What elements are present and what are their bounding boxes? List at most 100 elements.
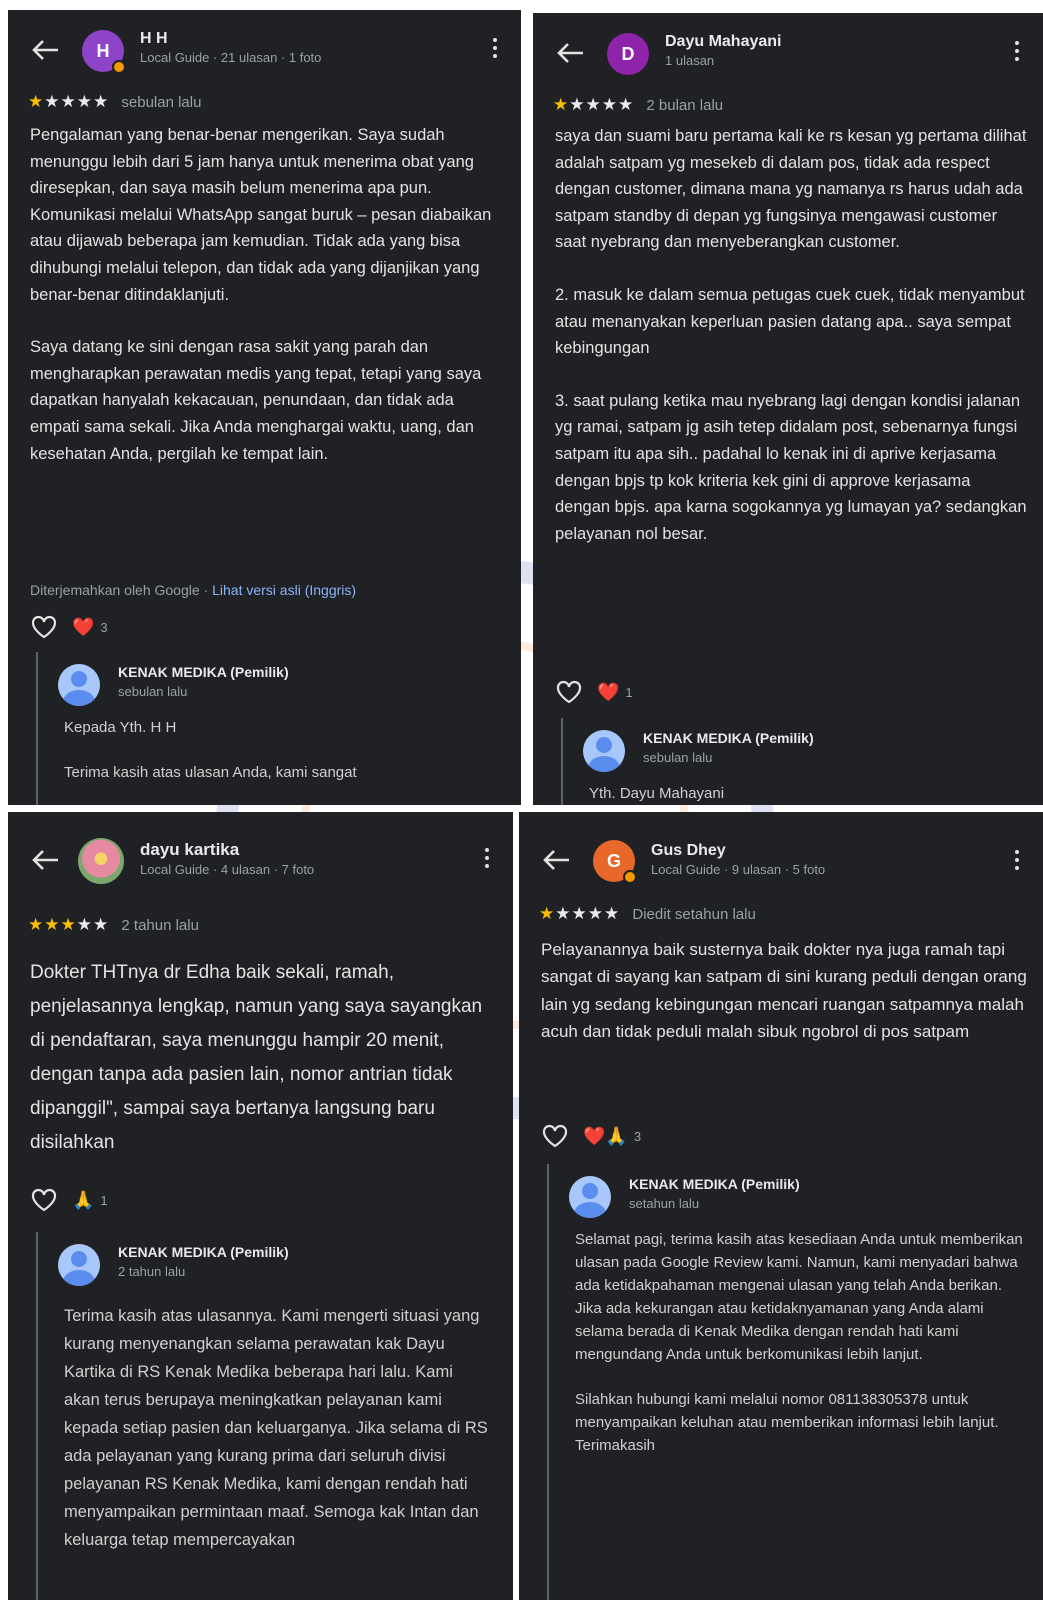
owner-reply: KENAK MEDIKA (Pemilik) setahun lalu Sela… [547, 1164, 1033, 1600]
star-rating-icon: ★★★★★ [553, 95, 635, 114]
review-time: 2 tahun lalu [121, 917, 199, 934]
review-header: dayu kartika Local Guide · 4 ulasan · 7 … [8, 812, 513, 892]
more-options-icon[interactable] [1013, 41, 1021, 65]
review-paragraph: 3. saat pulang ketika mau nyebrang lagi … [555, 391, 1027, 543]
owner-name: KENAK MEDIKA (Pemilik) [118, 1244, 289, 1260]
owner-name: KENAK MEDIKA (Pemilik) [118, 664, 289, 680]
heart-reaction-icon: ❤️ [597, 681, 620, 702]
owner-reply-paragraph: Silahkan hubungi kami melalui nomor 0811… [575, 1391, 999, 1454]
owner-name: KENAK MEDIKA (Pemilik) [643, 730, 814, 746]
more-options-icon[interactable] [491, 38, 499, 62]
reviewer-meta: Local Guide · 9 ulasan · 5 foto [651, 862, 826, 877]
owner-avatar [58, 1244, 100, 1286]
heart-pray-reaction-icon: ❤️🙏 [583, 1125, 628, 1146]
owner-reply-paragraph: Kepada Yth. H H [64, 719, 177, 736]
owner-reply-paragraph: Terima kasih atas ulasannya. Kami menger… [64, 1307, 488, 1549]
owner-avatar [583, 730, 625, 772]
pray-reaction-icon: 🙏 [72, 1189, 95, 1210]
review-card-dayu-kartika: dayu kartika Local Guide · 4 ulasan · 7 … [8, 812, 513, 1600]
rating-row: ★★★★★ 2 bulan lalu [553, 95, 723, 115]
owner-reply-text: Terima kasih atas ulasannya. Kami menger… [64, 1302, 493, 1576]
owner-reply-text: Kepada Yth. H H Terima kasih atas ulasan… [64, 716, 501, 805]
reaction-count: 1 [625, 684, 633, 700]
review-text: Pengalaman yang benar-benar mengerikan. … [30, 122, 503, 467]
heart-reaction-icon: ❤️ [72, 616, 95, 637]
rating-row: ★★★★★ Diedit setahun lalu [539, 904, 756, 924]
owner-reply-paragraph: Yth. Dayu Mahayani [589, 785, 725, 802]
reviewer-name[interactable]: Dayu Mahayani [665, 33, 781, 51]
translated-label: Diterjemahkan oleh Google · [30, 582, 213, 598]
reactions-row: 🙏 1 [30, 1186, 108, 1214]
reviewer-name[interactable]: Gus Dhey [651, 842, 726, 860]
review-header: G Gus Dhey Local Guide · 9 ulasan · 5 fo… [519, 812, 1043, 892]
review-paragraph: Pengalaman yang benar-benar mengerikan. … [30, 126, 492, 304]
owner-avatar [569, 1176, 611, 1218]
reactions-row: ❤️🙏 3 [541, 1122, 641, 1150]
owner-reply-time: sebulan lalu [118, 684, 188, 699]
owner-reply-time: setahun lalu [629, 1196, 700, 1211]
back-arrow-icon[interactable] [541, 848, 571, 872]
translation-note: Diterjemahkan oleh Google · Lihat versi … [30, 582, 356, 598]
owner-reply-time: 2 tahun lalu [118, 1264, 186, 1279]
review-header: D Dayu Mahayani 1 ulasan [533, 13, 1043, 93]
owner-reply: KENAK MEDIKA (Pemilik) Kepada Yth. H H T… [36, 652, 511, 805]
review-paragraph: Dokter THTnya dr Edha baik sekali, ramah… [30, 962, 483, 1153]
star-rating-icon: ★★★★★ [28, 915, 110, 934]
more-options-icon[interactable] [483, 848, 491, 872]
review-paragraph: saya dan suami baru pertama kali ke rs k… [555, 127, 1027, 252]
owner-reply-text: Yth. Dayu Mahayani [589, 782, 1023, 805]
review-time: Diedit setahun lalu [632, 906, 756, 923]
review-paragraph: Saya datang ke sini dengan rasa sakit ya… [30, 338, 482, 463]
owner-reply-time: sebulan lalu [643, 750, 713, 765]
rating-row: ★★★★★ sebulan lalu [28, 92, 201, 112]
avatar-initial: D [621, 43, 635, 64]
more-options-icon[interactable] [1013, 850, 1021, 874]
review-text: saya dan suami baru pertama kali ke rs k… [555, 123, 1029, 547]
avatar[interactable]: G [593, 840, 637, 884]
review-text: Pelayanannya baik susternya baik dokter … [541, 936, 1029, 1046]
back-arrow-icon[interactable] [30, 38, 60, 62]
review-time: sebulan lalu [121, 94, 202, 111]
star-rating-icon: ★★★★★ [28, 92, 110, 111]
review-paragraph: Pelayanannya baik susternya baik dokter … [541, 940, 1027, 1042]
review-text: Dokter THTnya dr Edha baik sekali, ramah… [30, 956, 499, 1160]
local-guide-badge-icon [623, 870, 637, 884]
back-arrow-icon[interactable] [555, 41, 585, 65]
like-heart-outline-icon[interactable] [555, 680, 583, 704]
reaction-count: 1 [100, 1192, 108, 1208]
owner-name: KENAK MEDIKA (Pemilik) [629, 1176, 800, 1192]
back-arrow-icon[interactable] [30, 848, 60, 872]
avatar[interactable]: D [607, 33, 649, 75]
reviewer-meta: 1 ulasan [665, 53, 715, 68]
reaction-count: 3 [100, 619, 108, 635]
star-rating-icon: ★★★★★ [539, 904, 621, 923]
review-card-dayu-mahayani: D Dayu Mahayani 1 ulasan ★★★★★ 2 bulan l… [533, 13, 1043, 805]
owner-avatar [58, 664, 100, 706]
owner-reply-paragraph: Terima kasih atas ulasan Anda, kami sang… [64, 764, 357, 781]
reviewer-meta: Local Guide · 4 ulasan · 7 foto [140, 862, 315, 877]
reviewer-name[interactable]: dayu kartika [140, 840, 239, 860]
reviewer-meta: Local Guide · 21 ulasan · 1 foto [140, 50, 322, 65]
reactions-row: ❤️ 1 [555, 678, 633, 706]
reviewer-name[interactable]: H H [140, 30, 168, 48]
owner-reply-text: Selamat pagi, terima kasih atas kesediaa… [575, 1228, 1023, 1479]
like-heart-outline-icon[interactable] [30, 1188, 58, 1212]
review-card-gus-dhey: G Gus Dhey Local Guide · 9 ulasan · 5 fo… [519, 812, 1043, 1600]
avatar[interactable]: H [82, 30, 126, 74]
review-card-hh: H H H Local Guide · 21 ulasan · 1 foto ★… [8, 10, 521, 805]
local-guide-badge-icon [112, 60, 126, 74]
owner-reply-paragraph: Selamat pagi, terima kasih atas kesediaa… [575, 1231, 1023, 1363]
review-paragraph: 2. masuk ke dalam semua petugas cuek cue… [555, 285, 1025, 358]
like-heart-outline-icon[interactable] [30, 615, 58, 639]
owner-reply: KENAK MEDIKA (Pemilik) sebulan lalu Yth.… [561, 718, 1033, 805]
like-heart-outline-icon[interactable] [541, 1124, 569, 1148]
owner-reply: KENAK MEDIKA (Pemilik) 2 tahun lalu Teri… [36, 1232, 503, 1600]
rating-row: ★★★★★ 2 tahun lalu [28, 915, 199, 935]
see-original-link[interactable]: Lihat versi asli (Inggris) [212, 582, 356, 598]
avatar-initial: G [606, 850, 621, 871]
review-time: 2 bulan lalu [646, 97, 724, 114]
reactions-row: ❤️ 3 [30, 613, 108, 641]
review-header: H H H Local Guide · 21 ulasan · 1 foto [8, 10, 521, 90]
flower-avatar[interactable] [78, 838, 124, 884]
avatar-initial: H [96, 40, 110, 61]
